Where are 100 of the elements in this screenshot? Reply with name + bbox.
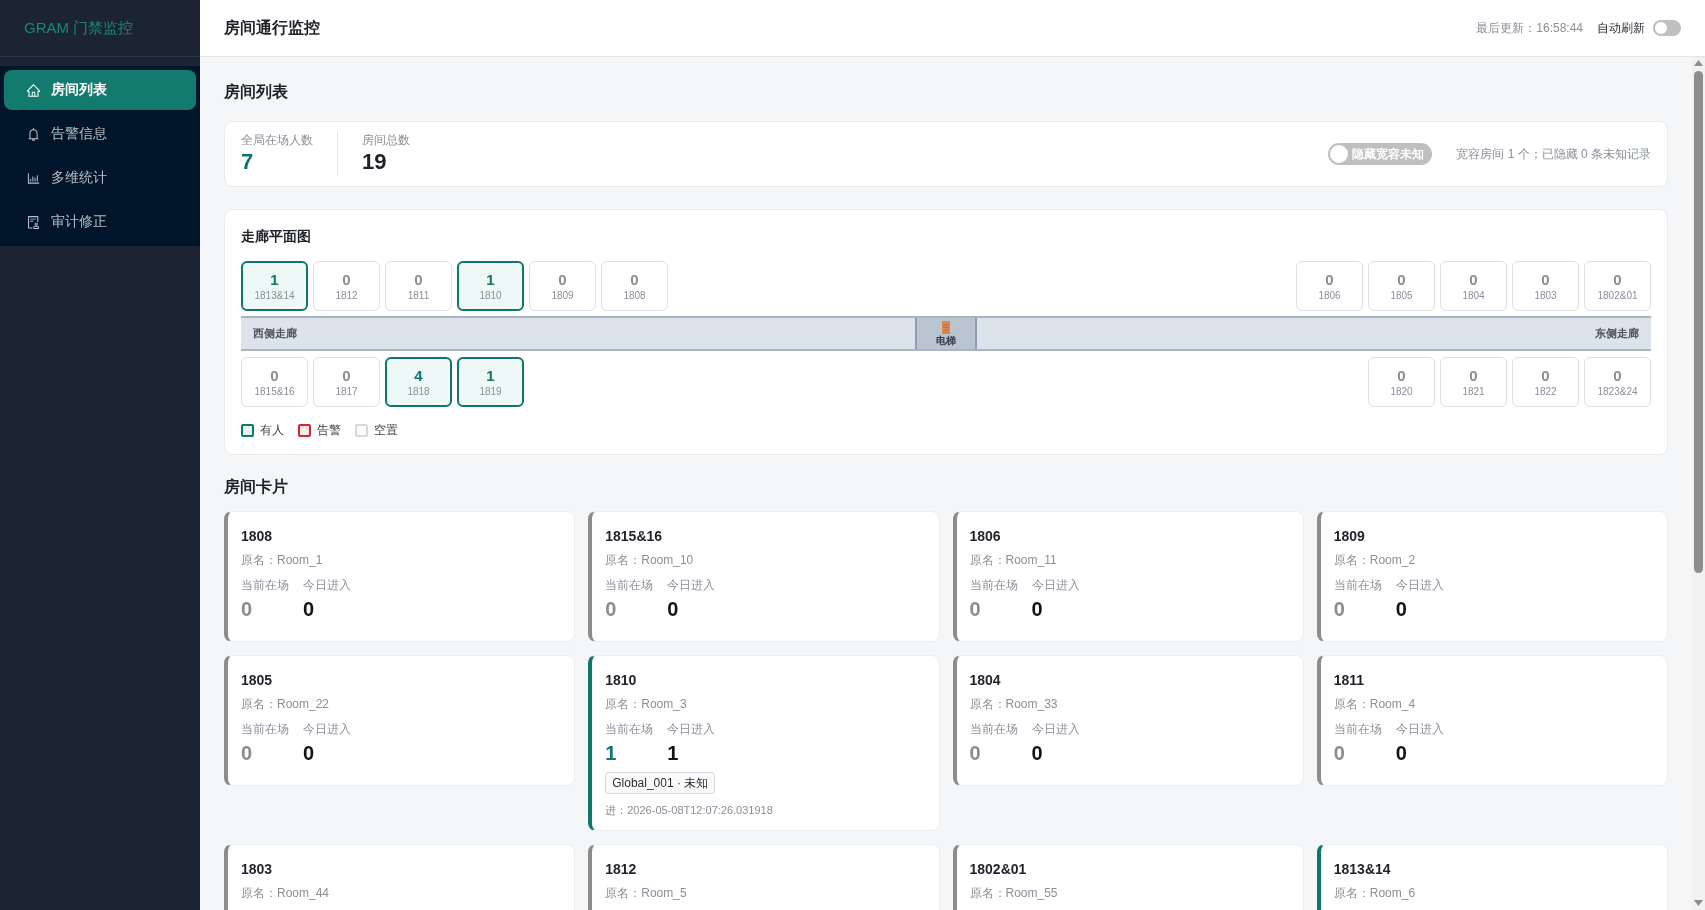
sidebar-item[interactable]: 告警信息 (4, 114, 196, 154)
stat-label: 当前在场 (1333, 577, 1382, 594)
room-name: 1810 (605, 671, 637, 690)
original-name: 原名：Room_6 (1333, 885, 1416, 902)
stat-label: 今日进入 (667, 577, 716, 594)
section-title: 房间列表 (224, 82, 289, 102)
room-name: 1803 (241, 860, 273, 879)
room-tile[interactable]: 1 1819 (457, 357, 524, 407)
person-tag: Global_001 · 未知 (605, 772, 716, 794)
stat-label: 今日进入 (303, 721, 351, 738)
stat-label: 今日进入 (303, 577, 351, 594)
document-icon (26, 214, 41, 230)
room-tile[interactable]: 0 1806 (1296, 261, 1363, 311)
room-name: 1811 (1333, 671, 1365, 690)
original-name: 原名：Room_55 (969, 885, 1058, 902)
entry-time: 进：2026-05-08T12:07:26.031918 (605, 803, 773, 818)
original-name: 原名：Room_44 (241, 885, 330, 902)
room-name: 1815&16 (605, 527, 663, 546)
stat-label: 今日进入 (1031, 721, 1080, 738)
summary-note: 宽容房间 1 个；已隐藏 0 条未知记录 (1456, 145, 1651, 163)
legend-label: 告警 (317, 422, 341, 438)
room-tile[interactable]: 1 1810 (457, 261, 524, 311)
today-count: 1 (667, 741, 679, 766)
room-name: 1806 (969, 527, 1001, 546)
today-count: 0 (1031, 597, 1043, 622)
app-logo: GRAM 门禁监控 (24, 18, 134, 38)
original-name: 原名：Room_11 (969, 552, 1057, 569)
stat-label: 全局在场人数 (241, 132, 313, 148)
current-count: 0 (1333, 597, 1345, 622)
room-tile[interactable]: 0 1802&01 (1584, 261, 1651, 311)
today-count: 0 (667, 597, 679, 622)
room-name: 1809 (1333, 527, 1365, 546)
room-name: 1812 (605, 860, 637, 879)
home-icon (26, 82, 41, 98)
bar-chart-icon (26, 170, 41, 186)
room-tile[interactable]: 0 1817 (313, 357, 380, 407)
room-tile[interactable]: 0 1822 (1512, 357, 1579, 407)
original-name: 原名：Room_3 (605, 696, 687, 713)
stat-label: 今日进入 (1395, 721, 1444, 738)
scrollbar-thumb[interactable] (1694, 71, 1703, 573)
card-title: 走廊平面图 (241, 227, 312, 246)
room-tile[interactable]: 0 1803 (1512, 261, 1579, 311)
room-tile[interactable]: 0 1812 (313, 261, 380, 311)
legend-label: 空置 (374, 422, 398, 438)
original-name: 原名：Room_2 (1333, 552, 1416, 569)
room-tile[interactable]: 0 1815&16 (241, 357, 308, 407)
auto-refresh-switch[interactable] (1653, 20, 1681, 36)
room-tile[interactable]: 0 1811 (385, 261, 452, 311)
hide-unknown-toggle[interactable]: 隐藏宽容未知 (1328, 143, 1433, 165)
sidebar-item[interactable]: 审计修正 (4, 202, 196, 242)
stat-label: 今日进入 (667, 721, 716, 738)
room-tile[interactable]: 0 1820 (1368, 357, 1435, 407)
room-tile[interactable]: 0 1809 (529, 261, 596, 311)
room-tile[interactable]: 0 1823&24 (1584, 357, 1651, 407)
room-name: 1802&01 (969, 860, 1027, 879)
today-count: 0 (303, 741, 315, 766)
original-name: 原名：Room_4 (1333, 696, 1416, 713)
room-tile[interactable]: 0 1804 (1440, 261, 1507, 311)
bell-icon (26, 126, 41, 142)
original-name: 原名：Room_22 (241, 696, 330, 713)
door-icon (942, 320, 950, 334)
room-tile[interactable]: 0 1821 (1440, 357, 1507, 407)
original-name: 原名：Room_10 (605, 552, 694, 569)
current-count: 0 (1333, 741, 1345, 766)
stat-label: 今日进入 (1031, 577, 1080, 594)
current-count: 0 (969, 597, 981, 622)
stat-label: 当前在场 (969, 577, 1018, 594)
stat-value: 7 (241, 148, 254, 176)
last-updated-text: 最后更新：16:58:44 (1476, 19, 1583, 37)
stat-label: 当前在场 (605, 721, 654, 738)
room-name: 1804 (969, 671, 1001, 690)
scroll-up-icon[interactable] (1694, 60, 1703, 66)
room-tile[interactable]: 0 1805 (1368, 261, 1435, 311)
current-count: 0 (241, 741, 253, 766)
stat-label: 当前在场 (969, 721, 1018, 738)
room-tile[interactable]: 1 1813&14 (241, 261, 308, 311)
sidebar-item[interactable]: 多维统计 (4, 158, 196, 198)
stat-label: 当前在场 (241, 577, 289, 594)
page-header-title: 房间通行监控 (224, 17, 320, 38)
today-count: 0 (1031, 741, 1043, 766)
room-name: 1808 (241, 527, 273, 546)
sidebar-item[interactable]: 房间列表 (4, 70, 196, 110)
legend-label: 有人 (260, 422, 284, 438)
original-name: 原名：Room_1 (241, 552, 323, 569)
corridor-label: 东侧走廊 (1595, 326, 1639, 341)
scroll-down-icon[interactable] (1694, 900, 1703, 906)
original-name: 原名：Room_5 (605, 885, 687, 902)
stat-label: 房间总数 (362, 132, 410, 148)
room-tile[interactable]: 0 1808 (601, 261, 668, 311)
stat-label: 当前在场 (605, 577, 654, 594)
current-count: 0 (241, 597, 253, 622)
current-count: 0 (605, 597, 617, 622)
room-tile[interactable]: 4 1818 (385, 357, 452, 407)
stat-label: 当前在场 (1333, 721, 1382, 738)
original-name: 原名：Room_33 (969, 696, 1058, 713)
scrollbar[interactable] (1692, 57, 1705, 910)
current-count: 0 (969, 741, 981, 766)
section-title: 房间卡片 (224, 477, 289, 497)
today-count: 0 (1395, 597, 1407, 622)
room-name: 1813&14 (1333, 860, 1391, 879)
